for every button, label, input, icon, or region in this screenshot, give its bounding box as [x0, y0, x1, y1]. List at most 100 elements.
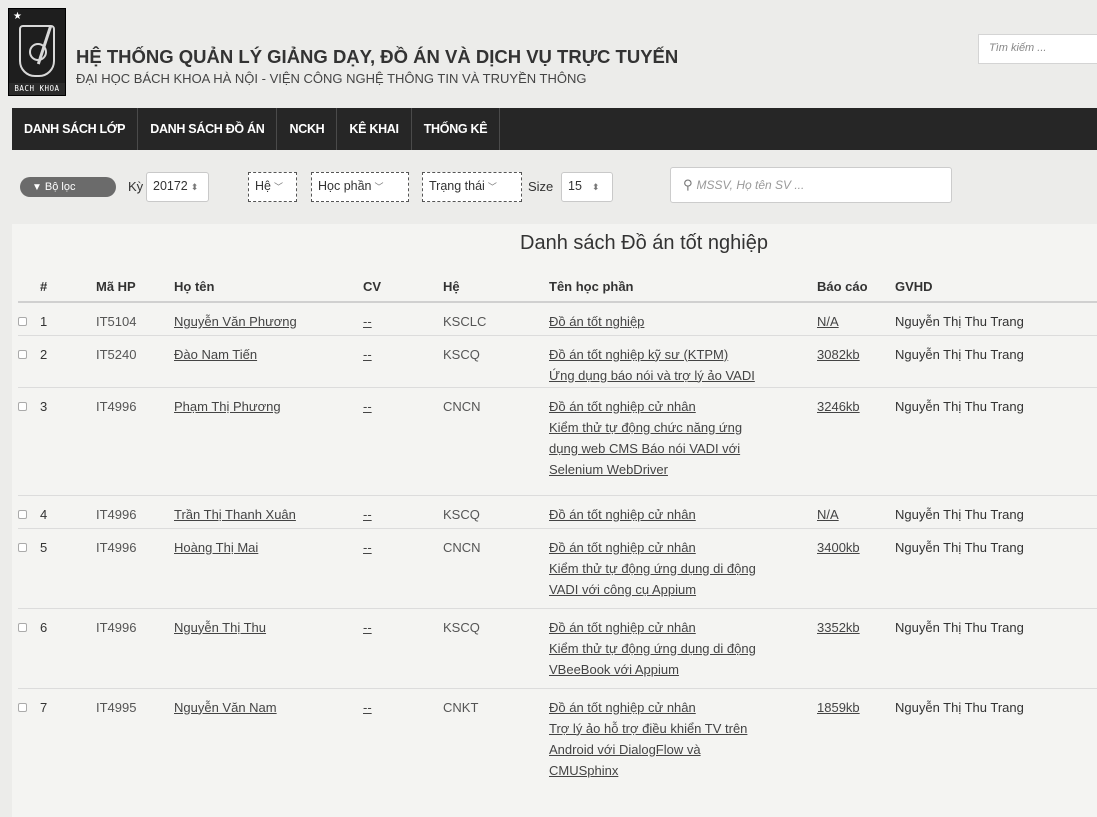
cv-link[interactable]: -- [363, 540, 372, 555]
updown-icon: ⬍ [190, 182, 199, 192]
cv-link[interactable]: -- [363, 700, 372, 715]
ten-hoc-phan-line[interactable]: Đồ án tốt nghiệp [549, 314, 644, 329]
cell-gvhd: Nguyễn Thị Thu Trang [895, 619, 1024, 635]
report-link[interactable]: 1859kb [817, 700, 860, 715]
cv-link[interactable]: -- [363, 314, 372, 329]
report-link[interactable]: 3246kb [817, 399, 860, 414]
cell-no: 3 [40, 398, 48, 414]
ten-hoc-phan-line[interactable]: Đồ án tốt nghiệp cử nhân [549, 507, 696, 522]
size-label: Size [528, 179, 554, 194]
size-select[interactable]: 15 ⬍ [561, 172, 613, 202]
cell-no: 4 [40, 506, 48, 522]
table-row: 4 IT4996 Trần Thị Thanh Xuân -- KSCQ Đồ án tố… [18, 495, 1097, 528]
cell-ten-hoc-phan: Đồ án tốt nghiệp cử nhân [549, 495, 817, 528]
student-name-link[interactable]: Trần Thị Thanh Xuân [174, 507, 296, 522]
chevron-down-icon: ﹀ [273, 182, 283, 192]
ten-hoc-phan-line[interactable]: Android với DialogFlow và [549, 742, 701, 757]
student-name-link[interactable]: Hoàng Thị Mai [174, 540, 258, 555]
hoc-phan-dropdown[interactable]: Học phần ﹀ [311, 172, 409, 202]
cell-ma-hp: IT5240 [96, 346, 137, 362]
cv-link[interactable]: -- [363, 620, 372, 635]
cell-ten-hoc-phan: Đồ án tốt nghiệp cử nhân Kiểm thử tự động… [549, 608, 817, 688]
table-row: 7 IT4995 Nguyễn Văn Nam -- CNKT Đồ án tốt ngh… [18, 688, 1097, 796]
nav-item-thong-ke[interactable]: THỐNG KÊ [412, 108, 501, 150]
cell-ma-hp: IT4995 [96, 699, 137, 715]
report-link[interactable]: 3400kb [817, 540, 860, 555]
nav-item-ke-khai[interactable]: KÊ KHAI [337, 108, 412, 150]
cell-he: KSCLC [443, 314, 487, 329]
cell-ma-hp: IT4996 [96, 506, 137, 522]
table-header-row: # Mã HP Họ tên CV Hệ Tên học phần Báo cá… [18, 270, 1097, 302]
row-checkbox[interactable] [18, 509, 27, 519]
ten-hoc-phan-line[interactable]: dụng web CMS Báo nói VADI với [549, 441, 740, 456]
ten-hoc-phan-line[interactable]: Đồ án tốt nghiệp cử nhân [549, 700, 696, 715]
ten-hoc-phan-line[interactable]: Đồ án tốt nghiệp cử nhân [549, 540, 696, 555]
student-name-link[interactable]: Nguyễn Văn Phương [174, 314, 297, 329]
cell-no: 2 [40, 346, 48, 362]
cell-gvhd: Nguyễn Thị Thu Trang [895, 506, 1024, 522]
student-name-link[interactable]: Nguyễn Văn Nam [174, 700, 277, 715]
university-logo[interactable]: ★ BACH KHOA [8, 8, 66, 96]
row-checkbox[interactable] [18, 317, 27, 326]
thesis-table: # Mã HP Họ tên CV Hệ Tên học phần Báo cá… [18, 270, 1097, 796]
student-search-input[interactable]: ⚲ MSSV, Họ tên SV ... [670, 167, 952, 203]
ten-hoc-phan-line[interactable]: Đồ án tốt nghiệp kỹ sư (KTPM) [549, 347, 728, 362]
cell-gvhd: Nguyễn Thị Thu Trang [895, 314, 1024, 329]
ten-hoc-phan-line[interactable]: Ứng dụng báo nói và trợ lý ảo VADI [549, 368, 755, 383]
ten-hoc-phan-line[interactable]: Đồ án tốt nghiệp cử nhân [549, 620, 696, 635]
ten-hoc-phan-line[interactable]: VBeeBook với Appium [549, 662, 679, 677]
student-name-link[interactable]: Nguyễn Thị Thu [174, 620, 266, 635]
cell-gvhd: Nguyễn Thị Thu Trang [895, 539, 1024, 555]
nav-item-nckh[interactable]: NCKH [277, 108, 338, 150]
site-title: HỆ THỐNG QUẢN LÝ GIẢNG DẠY, ĐỒ ÁN VÀ DỊC… [76, 46, 679, 67]
cv-link[interactable]: -- [363, 507, 372, 522]
student-name-link[interactable]: Đào Nam Tiến [174, 347, 257, 362]
filter-bar: ▼ Bộ lọc Kỳ 20172 ⬍ Hệ ﹀ Học phần ﹀ Trạng th… [12, 150, 1097, 224]
ten-hoc-phan-line[interactable]: VADI với công cụ Appium [549, 582, 696, 597]
cell-no: 1 [40, 314, 48, 329]
student-name-link[interactable]: Phạm Thị Phương [174, 399, 281, 414]
search-icon: ⚲ [683, 177, 693, 192]
nav-item-danh-sach-lop[interactable]: DANH SÁCH LỚP [12, 108, 139, 150]
row-checkbox[interactable] [18, 622, 27, 632]
ten-hoc-phan-line[interactable]: Trợ lý ảo hỗ trợ điều khiển TV trên [549, 721, 747, 736]
site-subtitle: ĐẠI HỌC BÁCH KHOA HÀ NỘI - VIỆN CÔNG NGH… [76, 71, 587, 86]
filter-icon: ▼ [32, 182, 42, 193]
site-search-input[interactable]: Tìm kiếm ... [978, 34, 1097, 64]
report-link[interactable]: 3082kb [817, 347, 860, 362]
row-checkbox[interactable] [18, 542, 27, 552]
cell-ma-hp: IT4996 [96, 619, 137, 635]
ky-select[interactable]: 20172 ⬍ [146, 172, 209, 202]
chevron-down-icon: ﹀ [374, 182, 384, 192]
row-checkbox[interactable] [18, 702, 27, 712]
cell-no: 5 [40, 539, 48, 555]
ten-hoc-phan-line[interactable]: Selenium WebDriver [549, 462, 668, 477]
report-link[interactable]: N/A [817, 507, 839, 522]
report-link[interactable]: N/A [817, 314, 839, 329]
he-dropdown[interactable]: Hệ ﹀ [248, 172, 297, 202]
cv-link[interactable]: -- [363, 347, 372, 362]
cell-he: CNCN [443, 539, 481, 555]
ten-hoc-phan-line[interactable]: Kiểm thử tự động ứng dụng di động [549, 561, 756, 576]
row-checkbox[interactable] [18, 349, 27, 359]
nav-item-danh-sach-do-an[interactable]: DANH SÁCH ĐỒ ÁN [138, 108, 278, 150]
trang-thai-dropdown[interactable]: Trạng thái ﹀ [422, 172, 522, 202]
cell-he: KSCQ [443, 619, 480, 635]
filter-button[interactable]: ▼ Bộ lọc [20, 177, 116, 197]
logo-text: BACH KHOA [9, 83, 65, 95]
ten-hoc-phan-line[interactable]: CMUSphinx [549, 763, 618, 778]
cell-gvhd: Nguyễn Thị Thu Trang [895, 398, 1024, 414]
ten-hoc-phan-line[interactable]: Kiểm thử tự động ứng dụng di động [549, 641, 756, 656]
table-title: Danh sách Đồ án tốt nghiệp [520, 232, 768, 254]
row-checkbox[interactable] [18, 401, 27, 411]
report-link[interactable]: 3352kb [817, 620, 860, 635]
ten-hoc-phan-line[interactable]: Đồ án tốt nghiệp cử nhân [549, 399, 696, 414]
cell-no: 6 [40, 619, 48, 635]
cell-gvhd: Nguyễn Thị Thu Trang [895, 699, 1024, 715]
ten-hoc-phan-line[interactable]: Kiểm thử tự động chức năng ứng [549, 420, 742, 435]
cell-he: KSCQ [443, 346, 480, 362]
table-row: 6 IT4996 Nguyễn Thị Thu -- KSCQ Đồ án tốt ngh… [18, 608, 1097, 688]
cv-link[interactable]: -- [363, 399, 372, 414]
ky-label: Kỳ [128, 179, 144, 194]
cell-he: CNKT [443, 699, 479, 715]
